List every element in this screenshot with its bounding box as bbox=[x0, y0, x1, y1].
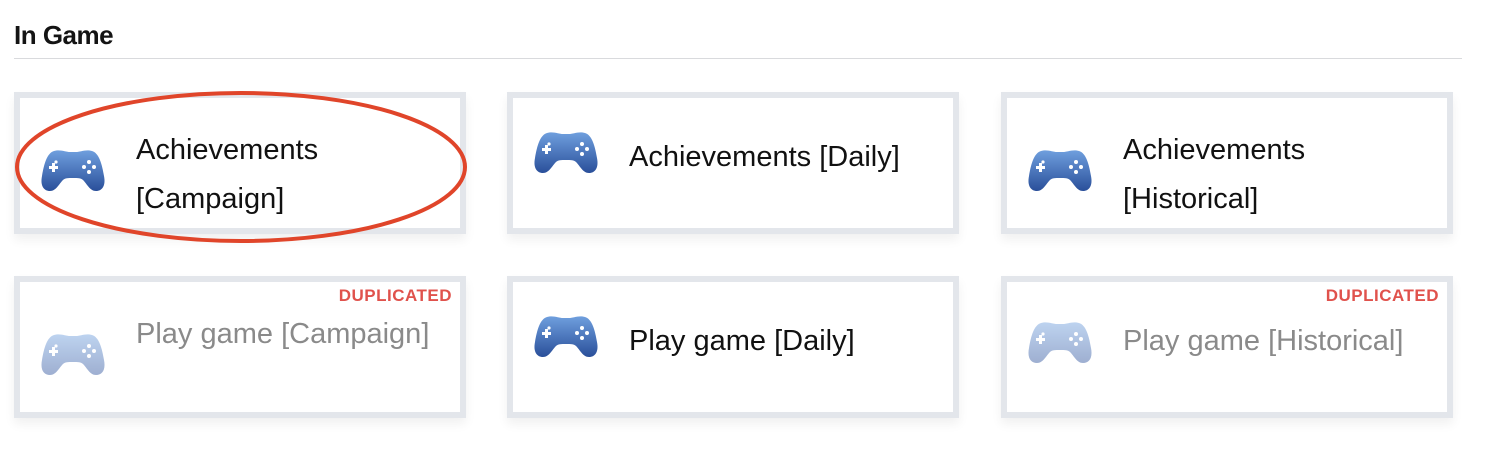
gamepad-icon bbox=[40, 148, 106, 192]
gamepad-icon bbox=[533, 314, 599, 358]
gamepad-icon bbox=[1027, 148, 1093, 192]
card-label: Play game [Historical] bbox=[1123, 325, 1404, 357]
section-title: In Game bbox=[14, 20, 114, 50]
card-achievements-historical[interactable]: Achievements [Historical] bbox=[1001, 92, 1453, 234]
card-play-game-daily[interactable]: Play game [Daily] bbox=[507, 276, 959, 418]
duplicated-badge: DUPLICATED bbox=[338, 286, 452, 305]
card-achievements-daily[interactable]: Achievements [Daily] bbox=[507, 92, 959, 234]
card-label: Achievements [Historical] bbox=[1123, 134, 1306, 215]
card-label: Achievements [Campaign] bbox=[136, 134, 319, 215]
card-play-game-campaign[interactable]: DUPLICATED Play game [Campaign] bbox=[14, 276, 466, 418]
gamepad-icon bbox=[1027, 320, 1093, 364]
card-label: Achievements [Daily] bbox=[629, 141, 900, 173]
gamepad-icon bbox=[533, 130, 599, 174]
card-achievements-campaign[interactable]: Achievements [Campaign] bbox=[14, 92, 466, 234]
card-play-game-historical[interactable]: DUPLICATED Play game [Historical] bbox=[1001, 276, 1453, 418]
card-label: Play game [Daily] bbox=[629, 325, 855, 357]
card-label: Play game [Campaign] bbox=[136, 318, 430, 350]
duplicated-badge: DUPLICATED bbox=[1325, 286, 1439, 305]
section-divider bbox=[14, 58, 1462, 59]
gamepad-icon bbox=[40, 332, 106, 376]
